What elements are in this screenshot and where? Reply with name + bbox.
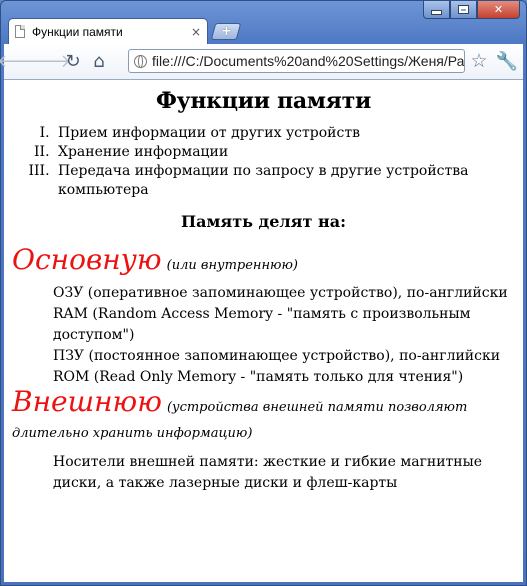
window-controls: ✕ [423, 1, 520, 19]
list-item: Хранение информации [54, 143, 515, 162]
forward-button[interactable]: 🡒 [23, 49, 71, 75]
external-memory-heading: Внешнюю (устройства внешней памяти позво… [12, 388, 515, 446]
bookmark-button[interactable]: ☆ [467, 48, 491, 74]
wrench-icon: 🔧 [495, 50, 519, 72]
minimize-button[interactable] [423, 1, 450, 19]
toolbar: 🡐 🡒 ↻ ⌂ file:///C:/Documents%20and%20Set… [0, 44, 523, 80]
close-icon: ✕ [493, 3, 504, 16]
browser-window: ✕ Функции памяти × + 🡐 🡒 ↻ ⌂ file:///C:/… [0, 0, 527, 586]
maximize-icon [459, 6, 468, 13]
main-memory-name: Основную [12, 243, 162, 276]
new-tab-button[interactable]: + [210, 23, 242, 40]
page-title: Функции памяти [156, 88, 371, 114]
functions-list: Прием информации от других устройств Хра… [12, 124, 515, 200]
plus-icon: + [220, 24, 232, 39]
ram-description: ОЗУ (оперативное запоминающее устройство… [53, 285, 508, 343]
home-icon: ⌂ [93, 51, 105, 72]
close-window-button[interactable]: ✕ [477, 1, 520, 19]
main-memory-heading: Основную (или внутреннюю) [12, 245, 515, 281]
globe-icon [134, 54, 147, 68]
url-text: file:///C:/Documents%20and%20Settings/Же… [152, 53, 465, 69]
main-memory-note: (или внутреннюю) [166, 258, 298, 273]
list-item: Передача информации по запросу в другие … [54, 162, 515, 200]
document: Функции памяти Прием информации от други… [4, 88, 523, 494]
home-button[interactable]: ⌂ [86, 49, 112, 75]
section-subtitle: Память делят на: [181, 212, 346, 231]
star-icon: ☆ [470, 50, 488, 72]
address-bar[interactable]: file:///C:/Documents%20and%20Settings/Же… [128, 49, 465, 73]
page-viewport[interactable]: Функции памяти Прием информации от други… [4, 80, 523, 582]
list-item: Прием информации от других устройств [54, 124, 515, 143]
main-memory-description: ОЗУ (оперативное запоминающее устройство… [12, 283, 515, 388]
reload-icon: ↻ [65, 51, 81, 72]
external-memory-description: Носители внешней памяти: жесткие и гибки… [12, 452, 515, 494]
external-memory-name: Внешнюю [12, 385, 162, 418]
tab-close-icon[interactable]: × [191, 25, 201, 39]
tab-active[interactable]: Функции памяти × [8, 18, 208, 44]
maximize-button[interactable] [450, 1, 477, 19]
rom-description: ПЗУ (постоянное запоминающее устройство)… [53, 348, 501, 385]
external-media-description: Носители внешней памяти: жесткие и гибки… [53, 454, 483, 491]
reload-button[interactable]: ↻ [60, 49, 86, 75]
tab-title: Функции памяти [32, 24, 123, 39]
minimize-icon [432, 11, 441, 14]
menu-button[interactable]: 🔧 [494, 48, 520, 74]
page-icon [15, 25, 25, 38]
